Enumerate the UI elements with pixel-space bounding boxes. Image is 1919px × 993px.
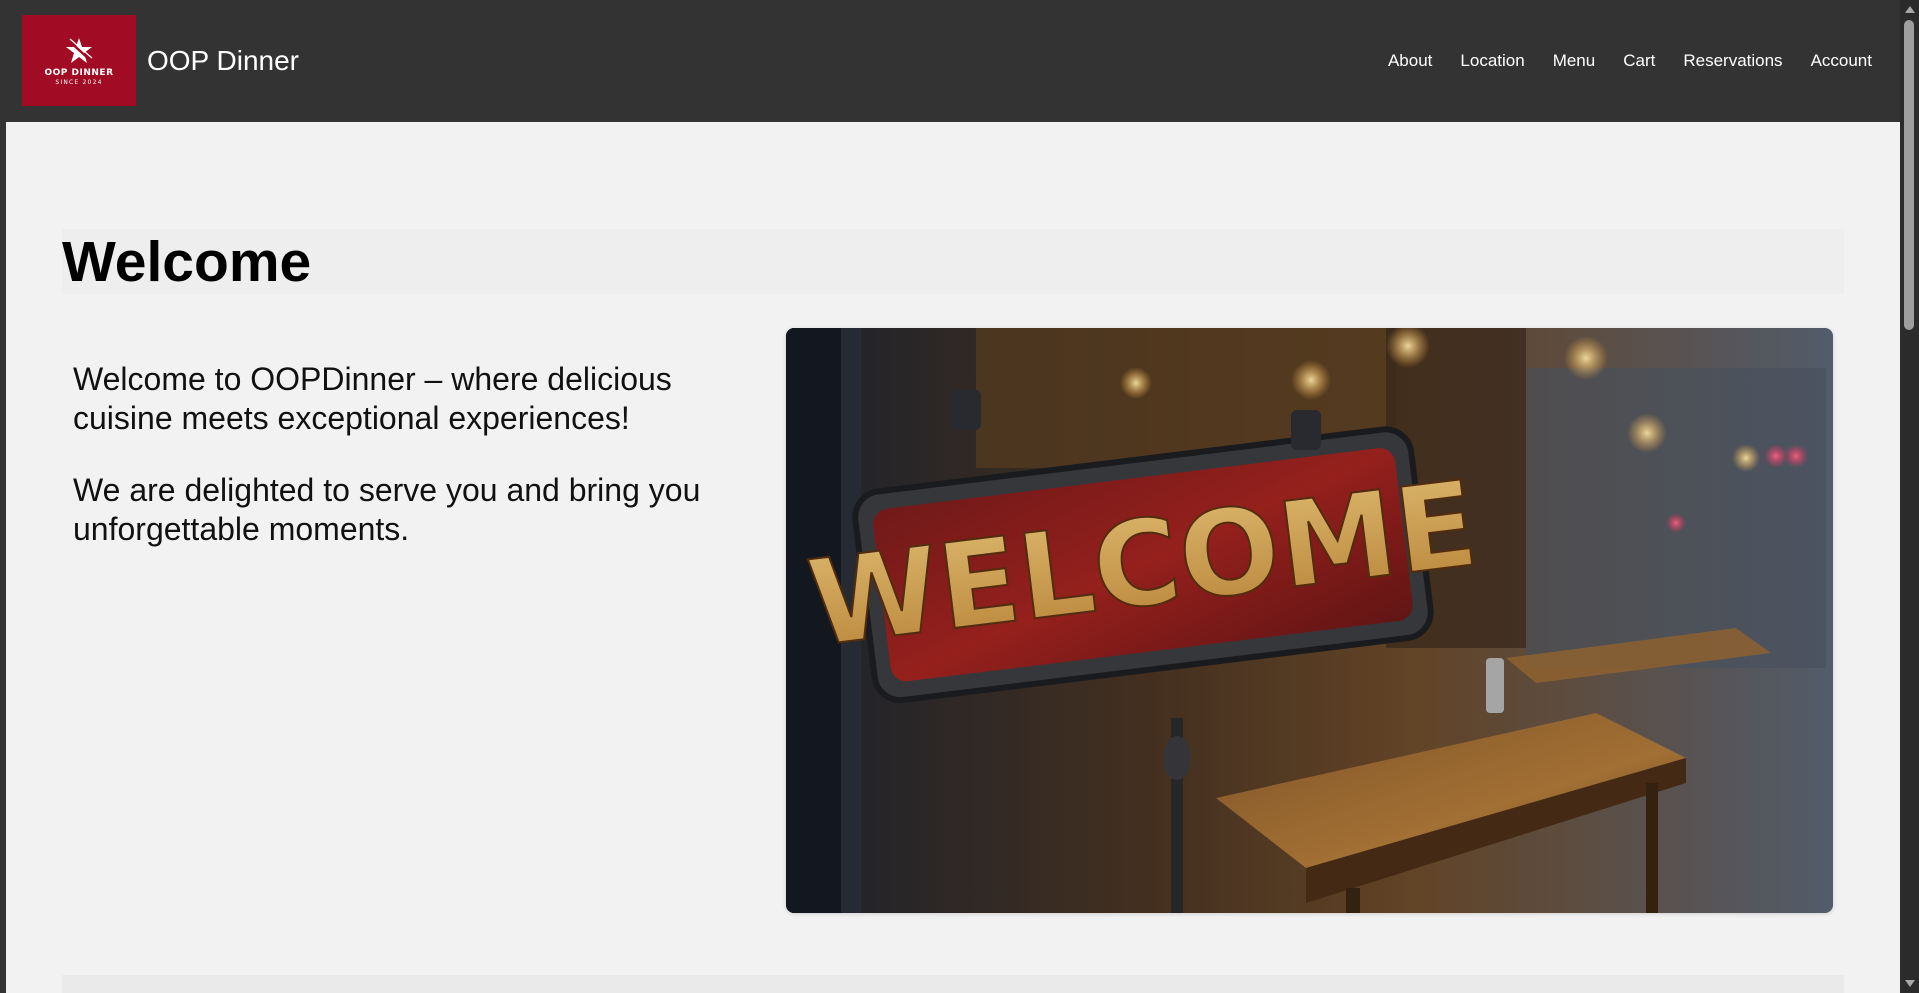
logo-sub-text: SINCE 2024 <box>55 78 103 86</box>
title-bar <box>62 229 1844 294</box>
scroll-up-icon[interactable] <box>1905 6 1915 13</box>
scroll-down-icon[interactable] <box>1905 980 1915 987</box>
scroll-thumb[interactable] <box>1904 20 1914 330</box>
browser-page: OOP DINNER SINCE 2024 OOP Dinner About L… <box>0 0 1919 993</box>
main-nav: About Location Menu Cart Reservations Ac… <box>1360 50 1872 72</box>
intro-text: Welcome to OOPDinner – where delicious c… <box>73 360 773 582</box>
nav-link-account[interactable]: Account <box>1811 50 1872 72</box>
nav-link-cart[interactable]: Cart <box>1623 50 1655 72</box>
main-content: Welcome Welcome to OOPDinner – where del… <box>6 122 1900 993</box>
intro-paragraph: Welcome to OOPDinner – where delicious c… <box>73 361 672 436</box>
nav-link-about[interactable]: About <box>1388 50 1432 72</box>
next-section-edge <box>62 975 1844 993</box>
star-logo-icon <box>66 37 93 63</box>
logo-main-text: OOP DINNER <box>44 67 114 78</box>
intro-paragraph: We are delighted to serve you and bring … <box>73 472 701 547</box>
site-logo[interactable]: OOP DINNER SINCE 2024 <box>22 15 136 106</box>
hero-illustration: WELCOME <box>786 328 1833 913</box>
page-scrollbar[interactable] <box>1900 0 1919 993</box>
brand-name[interactable]: OOP Dinner <box>147 44 299 78</box>
page-title: Welcome <box>62 230 312 294</box>
nav-link-menu[interactable]: Menu <box>1553 50 1596 72</box>
nav-link-location[interactable]: Location <box>1460 50 1524 72</box>
site-header: OOP DINNER SINCE 2024 OOP Dinner About L… <box>0 0 1900 122</box>
nav-link-reservations[interactable]: Reservations <box>1683 50 1782 72</box>
welcome-sign-image: WELCOME <box>786 328 1833 913</box>
